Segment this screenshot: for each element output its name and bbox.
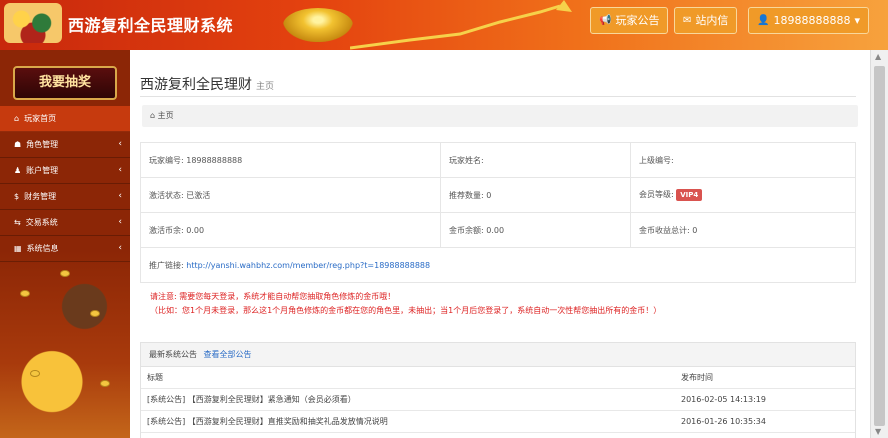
chevron-left-icon: ‹: [118, 139, 122, 149]
notice-panel-header: 最新系统公告 查看全部公告: [141, 343, 855, 367]
vip-badge: VIP4: [676, 189, 703, 201]
table-row[interactable]: [系统公告] 【西游复利全民理财】紧急通知（会员必须看） 2016-02-05 …: [141, 389, 855, 411]
activation-balance: 激活币余: 0.00: [140, 212, 441, 248]
sidebar-item-system[interactable]: ▦ 系统信息 ‹: [0, 236, 130, 262]
chevron-left-icon: ‹: [118, 191, 122, 201]
lottery-button[interactable]: 我要抽奖: [13, 66, 117, 100]
dollar-icon: $: [14, 192, 20, 201]
logo-image: [4, 3, 62, 43]
breadcrumb-home[interactable]: 主页: [158, 111, 174, 120]
exchange-icon: ⇆: [14, 218, 21, 227]
member-level: 会员等级: VIP4: [630, 177, 856, 213]
promo-link[interactable]: http://yanshi.wahbhz.com/member/reg.php?…: [186, 261, 430, 270]
user-icon: ♟: [14, 166, 22, 175]
chevron-left-icon: ‹: [118, 217, 122, 227]
player-name: 玩家姓名:: [440, 142, 631, 178]
notice-table-header: 标题 发布时间: [141, 367, 855, 389]
sidebar-item-home[interactable]: ⌂ 玩家首页: [0, 106, 130, 132]
sidebar: 我要抽奖 ⌂ 玩家首页 ☗ 角色管理 ‹ ♟ 账户管理 ‹ $ 财务管理 ‹ ⇆…: [0, 50, 130, 438]
player-notice-button[interactable]: 📢 玩家公告: [590, 7, 669, 34]
sidebar-item-role[interactable]: ☗ 角色管理 ‹: [0, 132, 130, 158]
divider: [140, 96, 856, 97]
vertical-scrollbar[interactable]: ▲ ▼: [870, 50, 888, 438]
gold-ingot-image: [283, 8, 353, 42]
megaphone-icon: 📢: [599, 15, 612, 26]
promo-link-row: 推广链接: http://yanshi.wahbhz.com/member/re…: [140, 247, 856, 283]
caret-down-icon: ▾: [854, 14, 860, 27]
scrollbar-thumb[interactable]: [874, 66, 885, 426]
upline-id: 上级编号:: [630, 142, 856, 178]
inbox-button[interactable]: ✉ 站内信: [674, 7, 738, 34]
notice-title[interactable]: [系统公告] 【西游复利全民理财】直推奖励和抽奖礼品发放情况说明: [147, 411, 388, 433]
player-id: 玩家编号: 18988888888: [140, 142, 441, 178]
page-title: 西游复利全民理财 主页: [140, 77, 275, 93]
sidebar-item-finance[interactable]: $ 财务管理 ‹: [0, 184, 130, 210]
notice-time: 2016-02-05 14:13:19: [681, 395, 766, 404]
gold-income-total: 金币收益总计: 0: [630, 212, 856, 248]
page-subtitle: 主页: [256, 82, 275, 92]
sidebar-item-account[interactable]: ♟ 账户管理 ‹: [0, 158, 130, 184]
home-icon: ⌂: [150, 111, 156, 120]
envelope-icon: ✉: [683, 15, 692, 26]
breadcrumb: ⌂ 主页: [142, 105, 858, 127]
growth-arrow-icon: [350, 0, 572, 50]
header: 西游复利全民理财系统 📢 玩家公告 ✉ 站内信 👤 18988888888 ▾: [0, 0, 888, 50]
player-info-table: 玩家编号: 18988888888 玩家姓名: 上级编号: 激活状态: 已激活 …: [140, 142, 856, 283]
chevron-left-icon: ‹: [118, 243, 122, 253]
table-row[interactable]: [系统公告] 【西游复利全民理财】直推奖励和抽奖礼品发放情况说明 2016-01…: [141, 411, 855, 433]
monkey-king-artwork: [0, 250, 130, 438]
scroll-down-icon[interactable]: ▼: [875, 427, 881, 436]
referral-count: 推荐数量: 0: [440, 177, 631, 213]
shop-icon: ▦: [14, 244, 22, 253]
user-icon: 👤: [757, 15, 770, 26]
chevron-left-icon: ‹: [118, 165, 122, 175]
main-content: 西游复利全民理财 主页 ⌂ 主页 玩家编号: 18988888888 玩家姓名: …: [130, 50, 870, 438]
notice-title[interactable]: [系统公告] 【西游复利全民理财】紧急通知（会员必须看）: [147, 389, 356, 411]
gold-balance: 金币余额: 0.00: [440, 212, 631, 248]
activation-status: 激活状态: 已激活: [140, 177, 441, 213]
sidebar-item-trade[interactable]: ⇆ 交易系统 ‹: [0, 210, 130, 236]
notice-panel: 最新系统公告 查看全部公告 标题 发布时间 [系统公告] 【西游复利全民理财】紧…: [140, 342, 856, 438]
scroll-up-icon[interactable]: ▲: [875, 52, 881, 61]
view-all-notices-link[interactable]: 查看全部公告: [204, 350, 252, 359]
role-icon: ☗: [14, 140, 22, 149]
site-title: 西游复利全民理财系统: [68, 16, 234, 35]
notice-time: 2016-01-26 10:35:34: [681, 417, 766, 426]
user-menu-button[interactable]: 👤 18988888888 ▾: [748, 7, 869, 34]
login-warning: 请注意: 需要您每天登录，系统才能自动帮您抽取角色修炼的金币哦！ （比如：您1个…: [150, 292, 662, 315]
home-icon: ⌂: [14, 114, 20, 123]
